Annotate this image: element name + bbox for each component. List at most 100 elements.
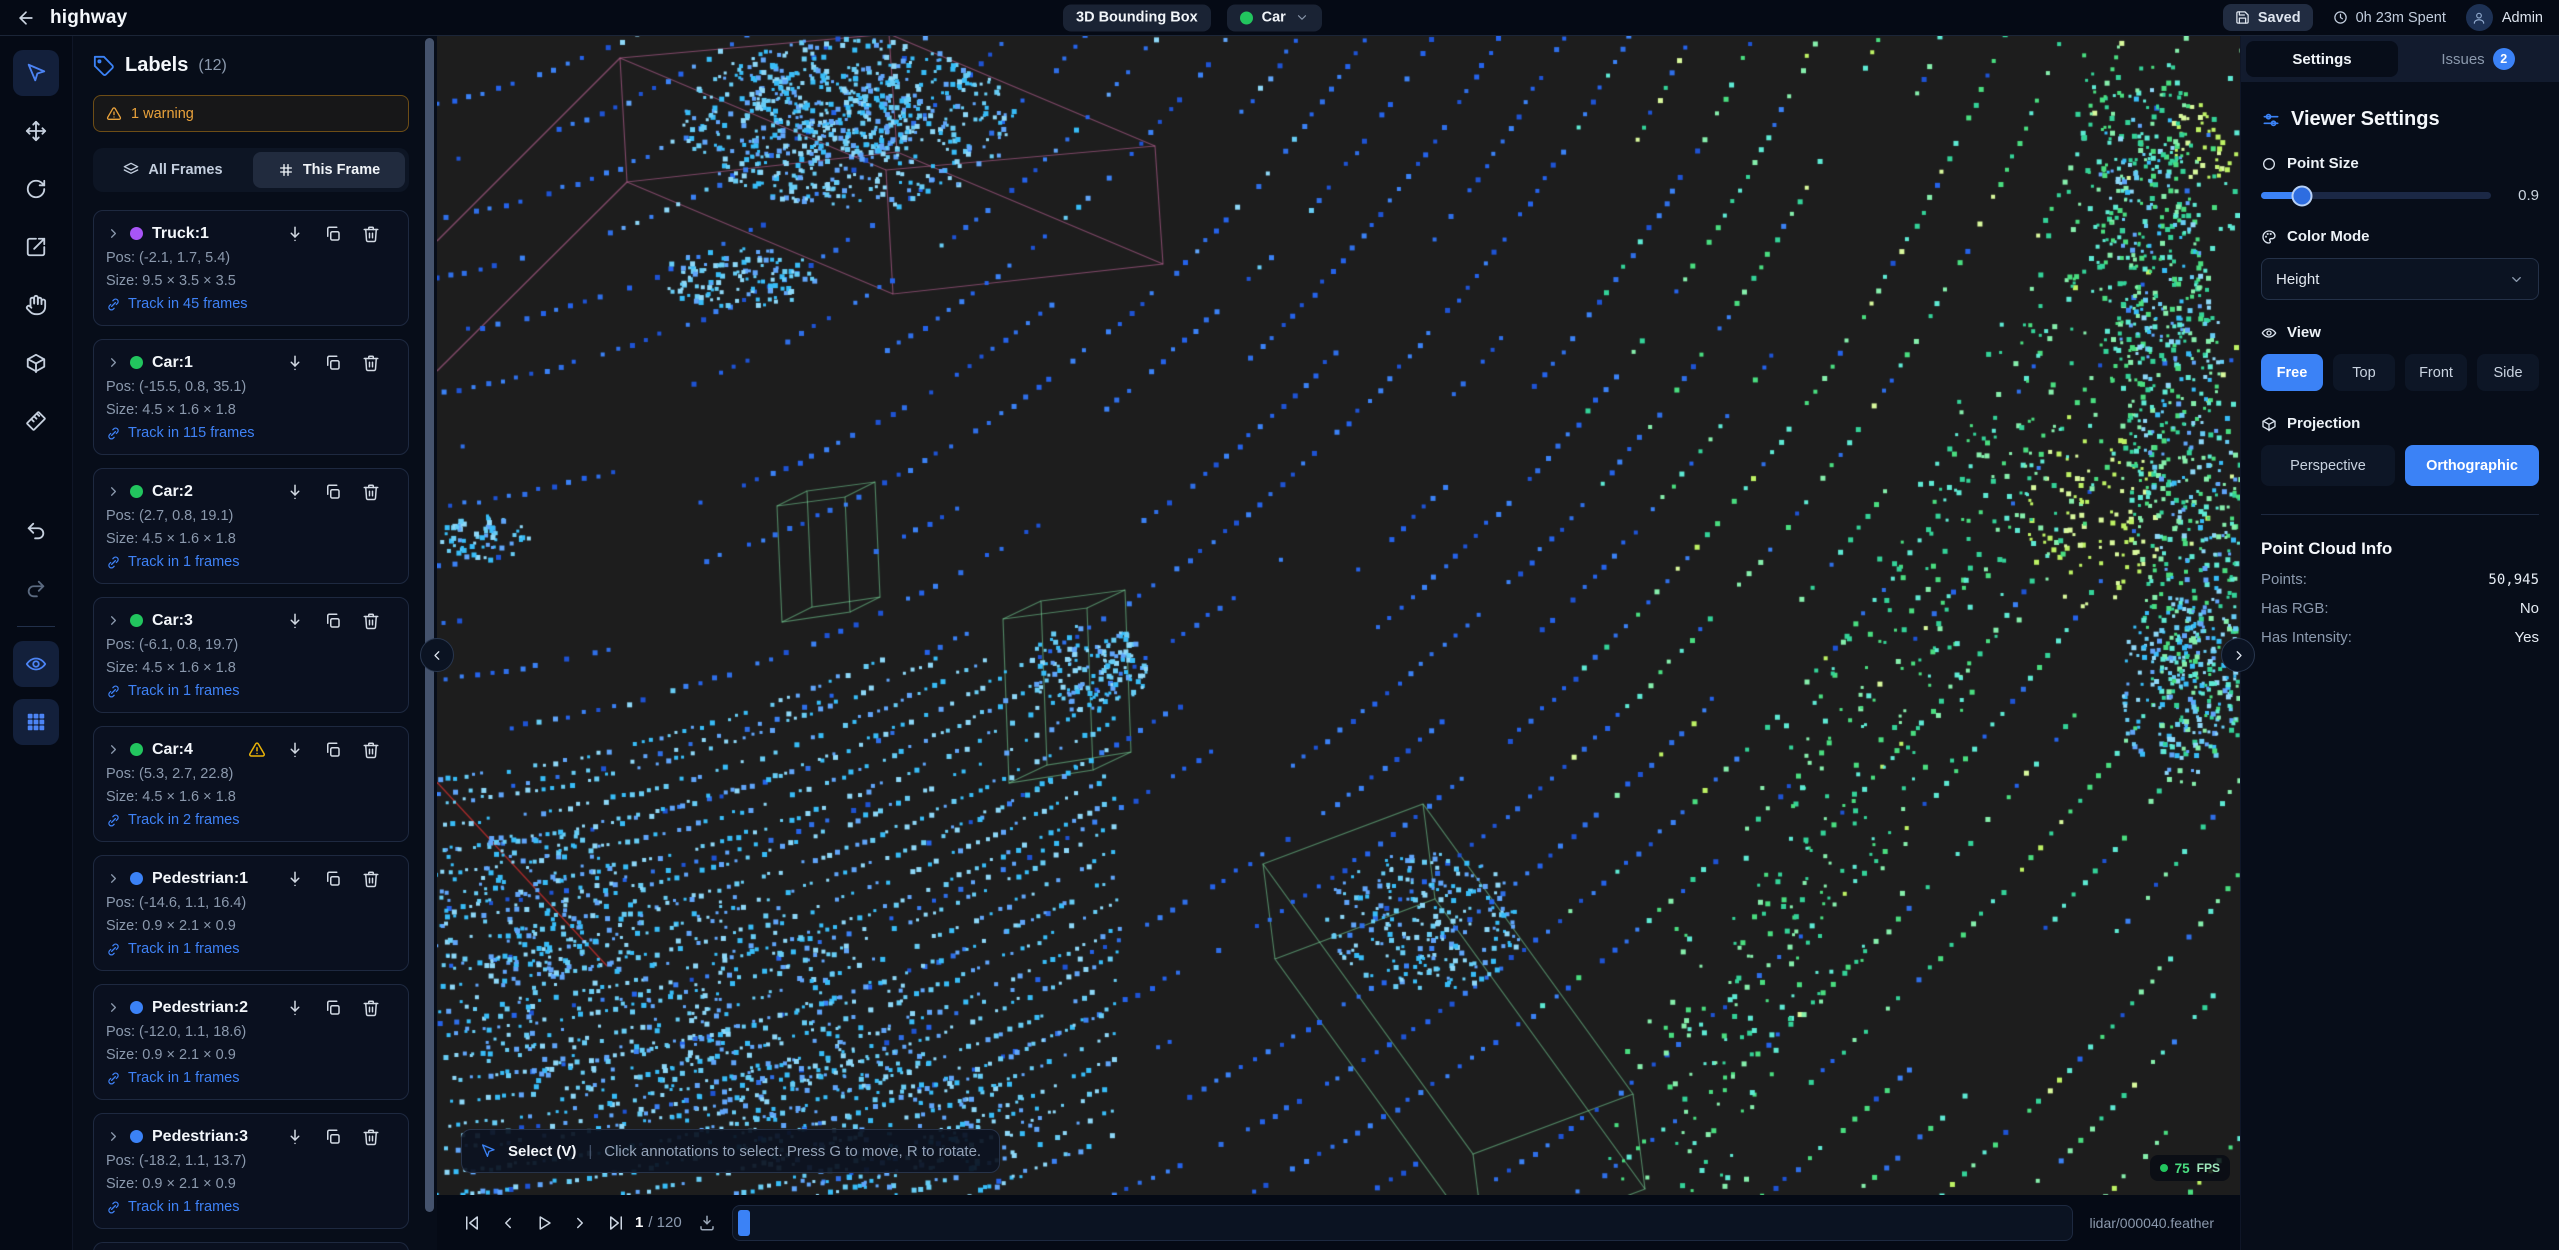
- expand-chevron-icon[interactable]: [106, 613, 121, 628]
- delete-label-button[interactable]: [362, 999, 380, 1017]
- label-size: Size: 4.5 × 1.6 × 1.8: [106, 658, 396, 679]
- pan-tool-button[interactable]: [13, 282, 59, 328]
- expand-chevron-icon[interactable]: [106, 355, 121, 370]
- delete-label-button[interactable]: [362, 870, 380, 888]
- label-card[interactable]: Car:3 Pos: (-6.1, 0.: [93, 597, 409, 713]
- label-track-link[interactable]: Track in 2 frames: [106, 810, 396, 831]
- label-track-label: Track in 45 frames: [128, 294, 248, 315]
- point-size-slider[interactable]: [2261, 192, 2491, 199]
- expand-chevron-icon[interactable]: [106, 871, 121, 886]
- info-label: Has RGB:: [2261, 600, 2329, 617]
- annotation-tool-button[interactable]: 3D Bounding Box: [1063, 4, 1211, 31]
- tab-settings[interactable]: Settings: [2246, 41, 2398, 77]
- label-card[interactable]: Pedestrian:2 Pos: (-: [93, 984, 409, 1100]
- label-card[interactable]: Car:1 Pos: (-15.5, 0: [93, 339, 409, 455]
- download-label-button[interactable]: [286, 870, 304, 888]
- collapse-left-panel-button[interactable]: [420, 638, 454, 672]
- view-option-free[interactable]: Free: [2261, 354, 2323, 391]
- label-card[interactable]: Pedestrian:1 Pos: (-: [93, 855, 409, 971]
- projection-option-perspective[interactable]: Perspective: [2261, 445, 2395, 486]
- label-position: Pos: (-18.2, 1.1, 13.7): [106, 1151, 396, 1172]
- label-track-link[interactable]: Track in 45 frames: [106, 294, 396, 315]
- download-label-button[interactable]: [286, 225, 304, 243]
- duplicate-label-button[interactable]: [324, 1128, 342, 1146]
- duplicate-label-button[interactable]: [324, 483, 342, 501]
- expand-chevron-icon[interactable]: [106, 1000, 121, 1015]
- timeline-scrubber[interactable]: [732, 1205, 2074, 1241]
- view-option-top[interactable]: Top: [2333, 354, 2395, 391]
- cube-icon: [25, 352, 47, 374]
- duplicate-label-button[interactable]: [324, 999, 342, 1017]
- label-track-link[interactable]: Track in 1 frames: [106, 1197, 396, 1218]
- download-label-button[interactable]: [286, 612, 304, 630]
- this-frame-label: This Frame: [303, 162, 380, 178]
- label-card[interactable]: Truck:1 Pos: (-2.1,: [93, 210, 409, 326]
- label-track-link[interactable]: Track in 1 frames: [106, 939, 396, 960]
- label-track-link[interactable]: Track in 1 frames: [106, 681, 396, 702]
- delete-label-button[interactable]: [362, 741, 380, 759]
- expand-chevron-icon[interactable]: [106, 742, 121, 757]
- expand-chevron-icon[interactable]: [106, 484, 121, 499]
- grid-icon: [25, 711, 47, 733]
- scale-tool-button[interactable]: [13, 224, 59, 270]
- skip-to-start-button[interactable]: [463, 1214, 481, 1232]
- rotate-tool-button[interactable]: [13, 166, 59, 212]
- point-cloud-canvas[interactable]: [437, 36, 2240, 1195]
- label-track-link[interactable]: Track in 1 frames: [106, 1068, 396, 1089]
- cuboid-tool-button[interactable]: [13, 340, 59, 386]
- label-track-link[interactable]: Track in 115 frames: [106, 423, 396, 444]
- duplicate-label-button[interactable]: [324, 225, 342, 243]
- projection-options: Perspective Orthographic: [2261, 445, 2539, 486]
- redo-button[interactable]: [13, 566, 59, 612]
- tab-issues[interactable]: Issues 2: [2402, 41, 2554, 77]
- download-frame-button[interactable]: [698, 1214, 716, 1232]
- undo-button[interactable]: [13, 508, 59, 554]
- color-mode-select[interactable]: Height: [2261, 258, 2539, 300]
- label-card-partial[interactable]: [93, 1242, 409, 1250]
- slider-handle[interactable]: [2292, 185, 2313, 206]
- this-frame-tab[interactable]: This Frame: [253, 152, 405, 188]
- label-track-link[interactable]: Track in 1 frames: [106, 552, 396, 573]
- save-status-button[interactable]: Saved: [2223, 4, 2313, 31]
- measure-tool-button[interactable]: [13, 398, 59, 444]
- delete-label-button[interactable]: [362, 1128, 380, 1146]
- delete-label-button[interactable]: [362, 483, 380, 501]
- play-button[interactable]: [535, 1214, 553, 1232]
- view-option-side[interactable]: Side: [2477, 354, 2539, 391]
- download-label-button[interactable]: [286, 741, 304, 759]
- duplicate-label-button[interactable]: [324, 741, 342, 759]
- user-menu[interactable]: Admin: [2466, 4, 2543, 31]
- label-card[interactable]: Car:2 Pos: (2.7, 0.8: [93, 468, 409, 584]
- back-button[interactable]: [16, 8, 36, 28]
- expand-chevron-icon[interactable]: [106, 226, 121, 241]
- grid-toggle-button[interactable]: [13, 699, 59, 745]
- projection-option-orthographic[interactable]: Orthographic: [2405, 445, 2539, 486]
- duplicate-label-button[interactable]: [324, 612, 342, 630]
- delete-label-button[interactable]: [362, 225, 380, 243]
- all-frames-tab[interactable]: All Frames: [97, 152, 249, 188]
- class-selector-dropdown[interactable]: Car: [1227, 4, 1322, 31]
- duplicate-label-button[interactable]: [324, 354, 342, 372]
- previous-frame-button[interactable]: [499, 1214, 517, 1232]
- collapse-right-panel-button[interactable]: [2221, 638, 2255, 672]
- duplicate-label-button[interactable]: [324, 870, 342, 888]
- select-tool-button[interactable]: [13, 50, 59, 96]
- delete-label-button[interactable]: [362, 612, 380, 630]
- download-label-button[interactable]: [286, 999, 304, 1017]
- warning-banner[interactable]: 1 warning: [93, 95, 409, 132]
- label-card[interactable]: Pedestrian:3 Pos: (-: [93, 1113, 409, 1229]
- download-label-button[interactable]: [286, 483, 304, 501]
- scrollbar-thumb[interactable]: [425, 38, 434, 1212]
- label-card[interactable]: Car:4 Pos: (5.3, 2.7: [93, 726, 409, 842]
- move-tool-button[interactable]: [13, 108, 59, 154]
- download-label-button[interactable]: [286, 354, 304, 372]
- view-option-front[interactable]: Front: [2405, 354, 2467, 391]
- scrubber-handle[interactable]: [738, 1210, 750, 1236]
- visibility-toggle-button[interactable]: [13, 641, 59, 687]
- download-label-button[interactable]: [286, 1128, 304, 1146]
- delete-label-button[interactable]: [362, 354, 380, 372]
- next-frame-button[interactable]: [571, 1214, 589, 1232]
- label-position: Pos: (2.7, 0.8, 19.1): [106, 506, 396, 527]
- expand-chevron-icon[interactable]: [106, 1129, 121, 1144]
- skip-to-end-button[interactable]: [607, 1214, 625, 1232]
